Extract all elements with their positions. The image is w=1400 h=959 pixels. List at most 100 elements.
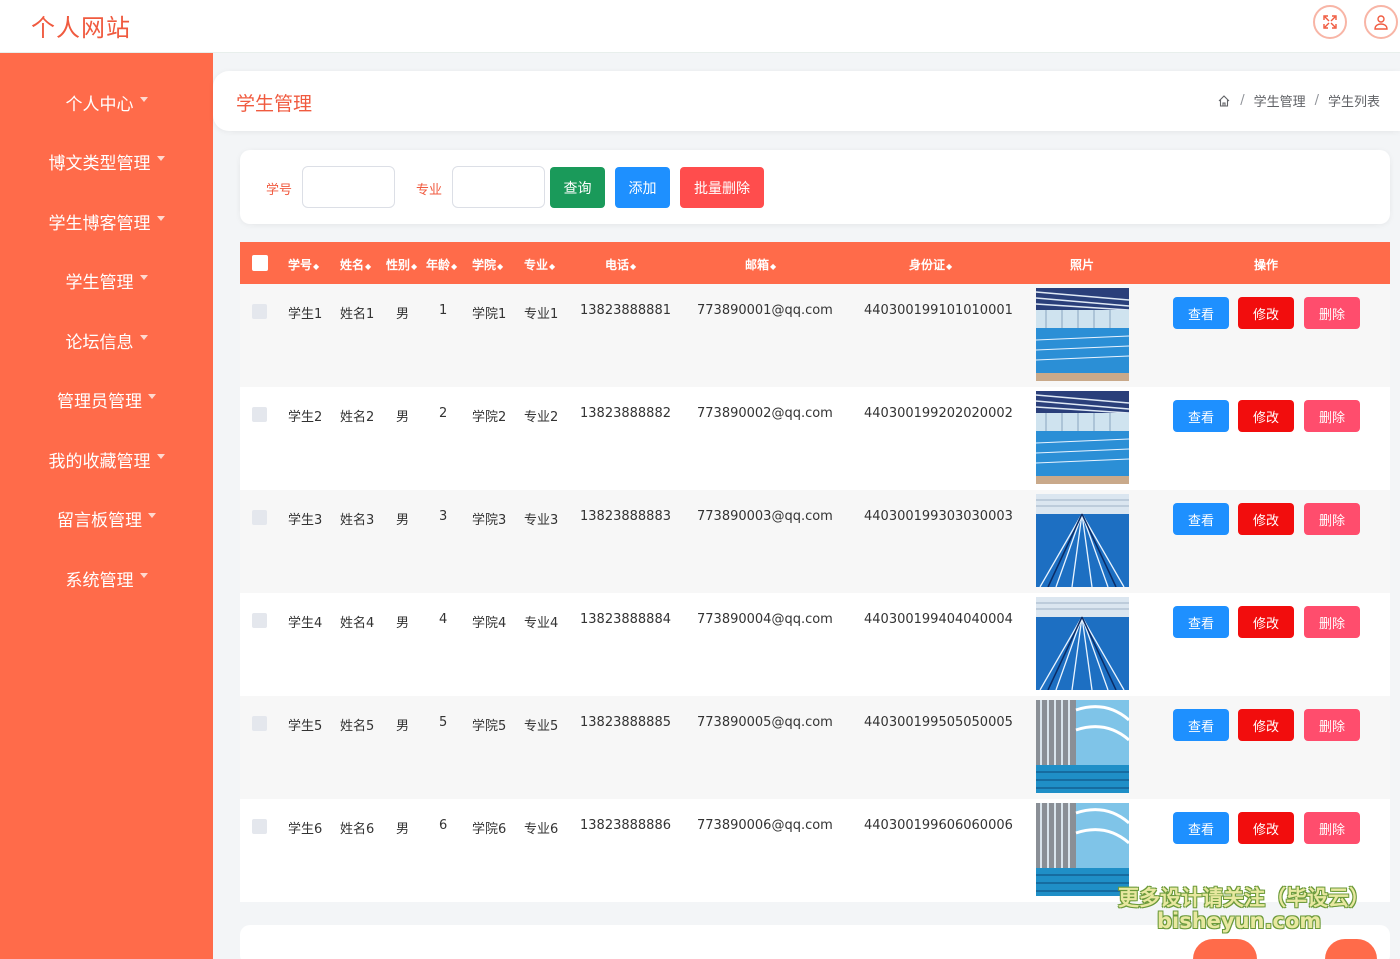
page-title: 学生管理 [236,93,313,115]
sidebar-item-label: 论坛信息 [65,332,134,353]
fullscreen-button[interactable] [1313,5,1347,39]
delete-button[interactable]: 删除 [1304,400,1360,432]
query-button[interactable]: 查询 [550,167,605,208]
cell-gender: 男 [396,822,410,837]
row-checkbox[interactable] [252,510,267,525]
student-no-input[interactable] [302,166,395,208]
pagination-button[interactable] [1193,939,1257,959]
delete-button[interactable]: 删除 [1304,503,1360,535]
column-header-email[interactable]: 邮箱◆ [745,256,776,273]
sort-icon[interactable]: ◆ [630,262,636,271]
sort-icon[interactable]: ◆ [770,262,776,271]
cell-id-card: 440300199101010001 [864,303,1013,318]
delete-button[interactable]: 删除 [1304,812,1360,844]
cell-major: 专业4 [524,616,559,631]
edit-button[interactable]: 修改 [1238,297,1294,329]
column-header-age[interactable]: 年龄◆ [426,256,457,273]
cell-age: 3 [439,509,448,524]
edit-button[interactable]: 修改 [1238,812,1294,844]
cell-major: 专业5 [524,719,559,734]
cell-student-no: 学生1 [288,307,323,322]
row-checkbox[interactable] [252,613,267,628]
cell-college: 学院6 [472,822,507,837]
edit-button[interactable]: 修改 [1238,400,1294,432]
delete-button[interactable]: 删除 [1304,606,1360,638]
cell-college: 学院5 [472,719,507,734]
batch-delete-button[interactable]: 批量删除 [680,167,764,208]
view-button[interactable]: 查看 [1173,503,1229,535]
sidebar-item-message-board[interactable]: 留言板管理 [0,498,213,538]
sort-icon[interactable]: ◆ [497,262,503,271]
breadcrumb: / 学生管理 / 学生列表 [1217,91,1380,110]
row-checkbox[interactable] [252,407,267,422]
cell-phone: 13823888885 [580,715,671,730]
view-button[interactable]: 查看 [1173,709,1229,741]
cell-email: 773890005@qq.com [697,715,833,730]
column-header-college[interactable]: 学院◆ [472,256,503,273]
column-header-gender[interactable]: 性别◆ [386,256,417,273]
breadcrumb-item-student-list: 学生列表 [1327,95,1380,110]
user-button[interactable] [1364,5,1398,39]
caret-down-icon [156,155,165,161]
delete-button[interactable]: 删除 [1304,709,1360,741]
fullscreen-icon [1323,15,1337,29]
sidebar-item-blog-type[interactable]: 博文类型管理 [0,141,213,181]
view-button[interactable]: 查看 [1173,812,1229,844]
caret-down-icon [156,453,165,459]
cell-college: 学院2 [472,410,507,425]
row-checkbox[interactable] [252,716,267,731]
cell-email: 773890004@qq.com [697,612,833,627]
add-button[interactable]: 添加 [615,167,670,208]
student-photo [1036,494,1129,587]
view-button[interactable]: 查看 [1173,606,1229,638]
column-header-phone[interactable]: 电话◆ [605,256,636,273]
cell-age: 1 [439,303,448,318]
cell-college: 学院4 [472,616,507,631]
edit-button[interactable]: 修改 [1238,709,1294,741]
column-header-student-no[interactable]: 学号◆ [288,256,319,273]
student-no-label: 学号 [266,183,293,198]
sidebar-item-label: 个人中心 [65,94,134,115]
site-brand[interactable]: 个人网站 [31,8,131,43]
sidebar-item-personal-center[interactable]: 个人中心 [0,82,213,122]
cell-gender: 男 [396,307,410,322]
user-icon [1374,15,1388,30]
sort-icon[interactable]: ◆ [365,262,371,271]
major-input[interactable] [452,166,545,208]
caret-down-icon [148,512,156,518]
home-icon[interactable] [1217,94,1231,108]
cell-email: 773890006@qq.com [697,818,833,833]
breadcrumb-item-student-management[interactable]: 学生管理 [1254,91,1306,110]
cell-id-card: 440300199606060006 [864,818,1013,833]
sidebar-item-student-blog[interactable]: 学生博客管理 [0,201,213,241]
row-checkbox[interactable] [252,819,267,834]
student-photo [1036,803,1129,896]
column-header-major[interactable]: 专业◆ [524,256,555,273]
sidebar-item-student[interactable]: 学生管理 [0,260,213,300]
sort-icon[interactable]: ◆ [313,262,319,271]
select-all-checkbox[interactable] [252,255,268,271]
sidebar-item-label: 系统管理 [65,570,134,591]
delete-button[interactable]: 删除 [1304,297,1360,329]
caret-down-icon [148,393,156,399]
sort-icon[interactable]: ◆ [549,262,555,271]
cell-name: 姓名6 [340,822,375,837]
sidebar-item-admin[interactable]: 管理员管理 [0,379,213,419]
sidebar-item-forum[interactable]: 论坛信息 [0,320,213,360]
edit-button[interactable]: 修改 [1238,606,1294,638]
table-row: 学生4 姓名4 男 4 学院4 专业4 13823888884 77389000… [240,593,1390,696]
sort-icon[interactable]: ◆ [411,262,417,271]
row-checkbox[interactable] [252,304,267,319]
view-button[interactable]: 查看 [1173,400,1229,432]
sort-icon[interactable]: ◆ [451,262,457,271]
cell-phone: 13823888882 [580,406,671,421]
view-button[interactable]: 查看 [1173,297,1229,329]
sidebar-item-system[interactable]: 系统管理 [0,558,213,598]
edit-button[interactable]: 修改 [1238,503,1294,535]
top-header: 个人网站 [0,0,1400,53]
column-header-id-card[interactable]: 身份证◆ [909,256,952,273]
cell-gender: 男 [396,513,410,528]
column-header-name[interactable]: 姓名◆ [340,256,371,273]
sidebar-item-favorites[interactable]: 我的收藏管理 [0,439,213,479]
sort-icon[interactable]: ◆ [946,262,952,271]
